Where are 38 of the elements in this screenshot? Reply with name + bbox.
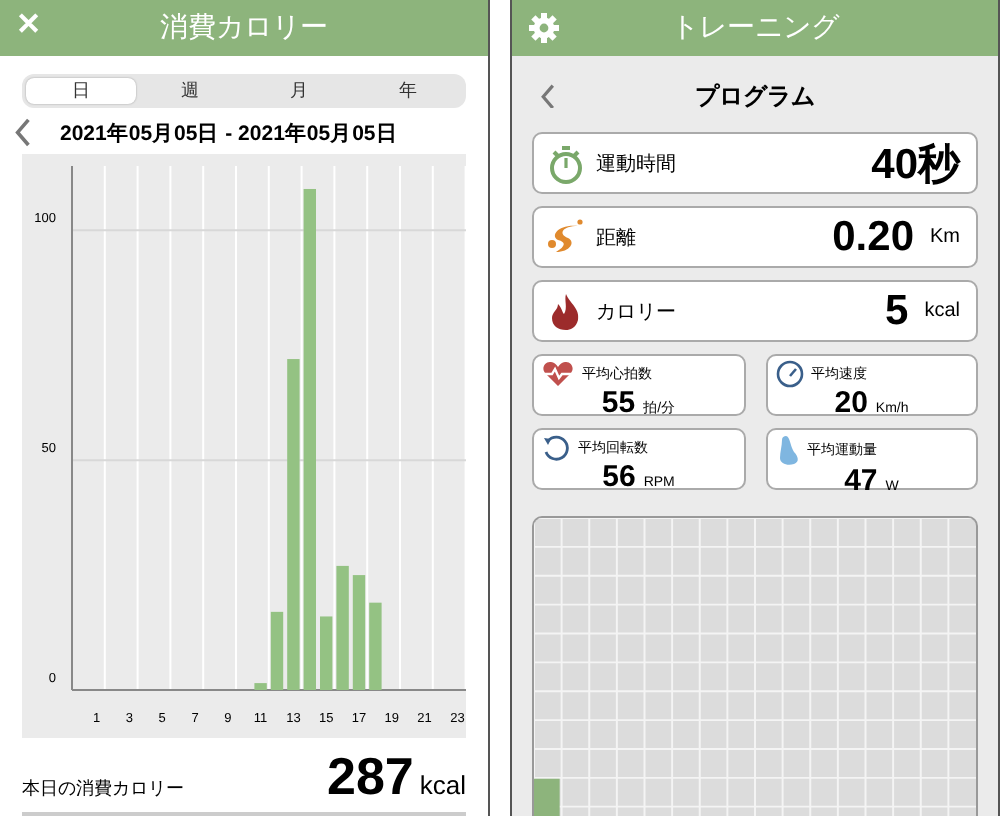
average-value: 56 xyxy=(602,460,636,494)
heart-icon xyxy=(542,360,574,388)
metric-label: 運動時間 xyxy=(596,151,678,177)
back-icon[interactable] xyxy=(540,83,556,109)
screen-title: トレーニング xyxy=(671,10,839,46)
screen-title: 消費カロリー xyxy=(160,10,328,46)
stopwatch-icon xyxy=(546,143,586,183)
bar xyxy=(336,565,349,690)
average-value: 20 xyxy=(834,386,868,420)
bar xyxy=(320,616,333,690)
period-tab[interactable]: 年 xyxy=(353,78,462,104)
foot-icon xyxy=(775,434,799,466)
metric-value: 5 xyxy=(885,287,909,335)
period-tab[interactable]: 日 xyxy=(26,78,135,104)
summary-label: 本日の消費カロリー xyxy=(22,776,184,802)
metric-label: 距離 xyxy=(596,225,638,251)
metric-unit: Km xyxy=(930,226,960,248)
date-range: 2021年05月05日 - 2021年05月05日 xyxy=(60,119,398,147)
metric-unit: kcal xyxy=(924,300,960,322)
settings-icon[interactable] xyxy=(528,12,560,44)
metric-label: カロリー xyxy=(596,299,678,325)
period-tab[interactable]: 週 xyxy=(135,78,244,104)
gauge-icon xyxy=(775,360,803,388)
average-value: 47 xyxy=(844,464,878,498)
bar xyxy=(270,611,284,690)
back-icon[interactable] xyxy=(13,118,31,148)
circular-arrow-icon xyxy=(542,434,570,462)
metric-value: 40秒 xyxy=(871,139,960,191)
bar xyxy=(352,575,366,690)
bar xyxy=(254,683,267,690)
program-title: プログラム xyxy=(693,79,817,113)
period-tab[interactable]: 月 xyxy=(244,78,353,104)
swirl-icon xyxy=(546,217,586,257)
summary-value: 287 xyxy=(326,746,414,806)
average-value: 55 xyxy=(601,386,636,420)
metric-value: 0.20 xyxy=(832,213,914,261)
bar xyxy=(369,602,382,690)
summary-unit: kcal xyxy=(419,770,466,800)
